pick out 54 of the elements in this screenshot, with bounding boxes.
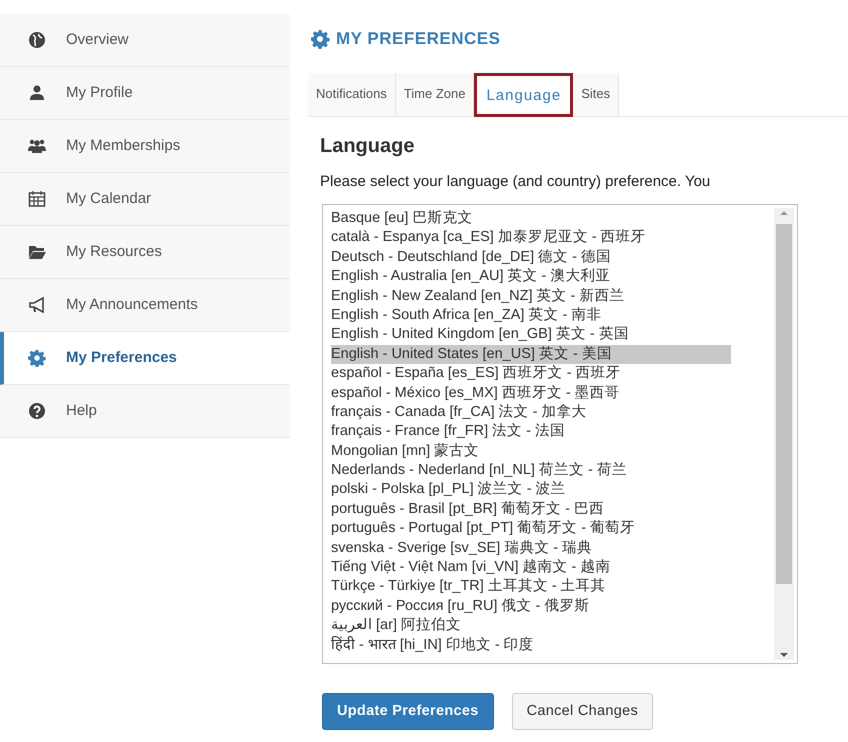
globe-icon xyxy=(28,31,46,49)
language-listbox[interactable] xyxy=(322,204,798,664)
list-option[interactable]: français - Canada [fr_CA] 法文 - 加拿大 xyxy=(331,402,731,422)
list-option[interactable]: русский - Россия [ru_RU] 俄文 - 俄罗斯 xyxy=(331,596,731,616)
section-heading: Language xyxy=(320,134,416,158)
list-option[interactable]: español - España [es_ES] 西班牙文 - 西班牙 xyxy=(331,364,731,384)
sidebar-item[interactable]: My Preferences xyxy=(0,332,290,385)
update-button[interactable]: Update Preferences xyxy=(322,693,494,730)
sidebar-item[interactable]: My Profile xyxy=(0,67,290,120)
folder-icon xyxy=(28,243,46,261)
scroll-down-icon[interactable] xyxy=(780,652,788,658)
cancel-button[interactable]: Cancel Changes xyxy=(512,693,654,730)
list-option[interactable]: polski - Polska [pl_PL] 波兰文 - 波兰 xyxy=(331,480,731,500)
list-option[interactable]: Deutsch - Deutschland [de_DE] 德文 - 德国 xyxy=(331,248,731,268)
list-option[interactable]: हिंदी - भारत [hi_IN] 印地文 - 印度 xyxy=(331,636,731,655)
gear-icon xyxy=(310,28,330,49)
scroll-up-icon[interactable] xyxy=(780,210,788,216)
help-icon xyxy=(28,402,46,420)
sidebar-item[interactable]: My Announcements xyxy=(0,279,290,332)
list-option[interactable]: Mongolian [mn] 蒙古文 xyxy=(331,442,731,462)
scrollbar[interactable] xyxy=(774,208,794,660)
user-icon xyxy=(28,84,46,102)
tab[interactable]: Sites xyxy=(573,72,620,116)
list-option[interactable]: Tiếng Việt - Việt Nam [vi_VN] 越南文 - 越南 xyxy=(331,558,731,578)
list-option[interactable]: català - Espanya [ca_ES] 加泰罗尼亚文 - 西班牙 xyxy=(331,228,731,248)
instructions-text: Please select your language (and country) preference. You xyxy=(320,172,712,192)
list-option[interactable]: français - France [fr_FR] 法文 - 法国 xyxy=(331,422,731,442)
tab[interactable]: Time Zone xyxy=(396,72,474,116)
page-title: MY PREFERENCES xyxy=(336,28,500,50)
list-option[interactable]: English - United States [en_US] 英文 - 美国 xyxy=(331,344,731,364)
list-option[interactable]: English - New Zealand [en_NZ] 英文 - 新西兰 xyxy=(331,286,731,306)
list-option[interactable]: Türkçe - Türkiye [tr_TR] 土耳其文 - 土耳其 xyxy=(331,577,731,597)
tab[interactable]: Notifications xyxy=(308,72,396,116)
scrollbar-thumb[interactable] xyxy=(776,224,792,584)
list-option[interactable]: العربية [ar] 阿拉伯文 xyxy=(331,616,731,636)
sidebar-item[interactable]: Overview xyxy=(0,14,290,67)
list-option[interactable]: Basque [eu] 巴斯克文 xyxy=(331,209,731,228)
list-option[interactable]: Nederlands - Nederland [nl_NL] 荷兰文 - 荷兰 xyxy=(331,461,731,480)
sidebar-item[interactable]: Help xyxy=(0,385,290,438)
sidebar-item[interactable]: My Calendar xyxy=(0,173,290,226)
tab[interactable]: Language xyxy=(474,72,574,116)
list-option[interactable]: English - Australia [en_AU] 英文 - 澳大利亚 xyxy=(331,267,731,287)
sidebar-item[interactable]: My Memberships xyxy=(0,120,290,173)
gear-icon xyxy=(28,349,46,367)
group-icon xyxy=(28,137,46,155)
calendar-icon xyxy=(28,190,46,208)
list-option[interactable]: English - United Kingdom [en_GB] 英文 - 英国 xyxy=(331,325,731,345)
list-option[interactable]: svenska - Sverige [sv_SE] 瑞典文 - 瑞典 xyxy=(331,538,731,558)
list-option[interactable]: português - Brasil [pt_BR] 葡萄牙文 - 巴西 xyxy=(331,500,731,520)
list-option[interactable]: português - Portugal [pt_PT] 葡萄牙文 - 葡萄牙 xyxy=(331,519,731,539)
megaphone-icon xyxy=(28,296,46,314)
list-option[interactable]: English - South Africa [en_ZA] 英文 - 南非 xyxy=(331,306,731,326)
sidebar-item[interactable]: My Resources xyxy=(0,226,290,279)
list-option[interactable]: español - México [es_MX] 西班牙文 - 墨西哥 xyxy=(331,384,731,403)
